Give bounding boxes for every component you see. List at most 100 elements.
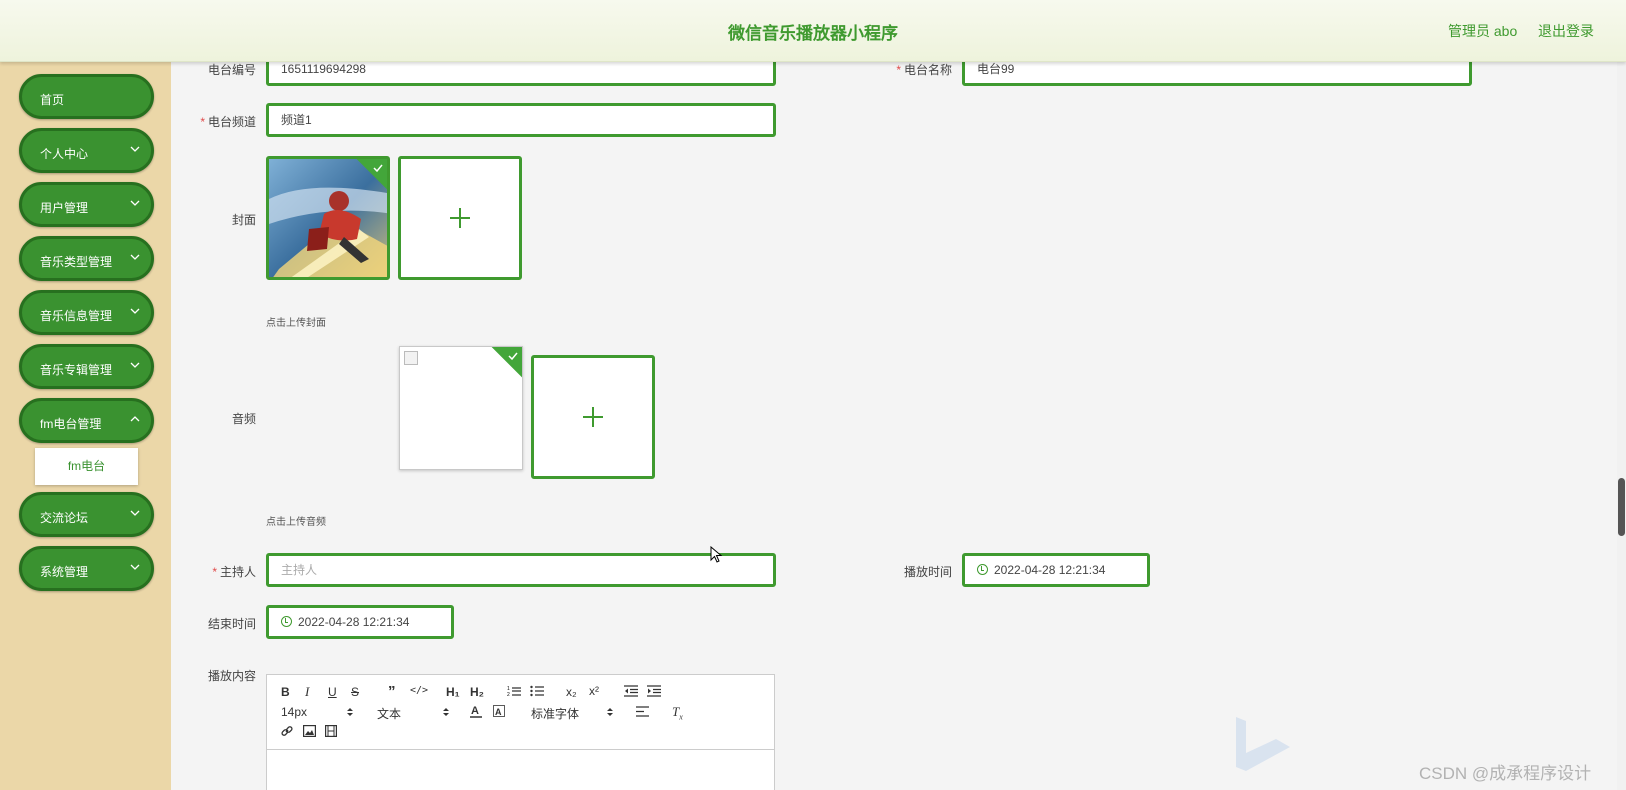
station-no-label: 电台编号 bbox=[166, 61, 256, 78]
clear-format-button[interactable]: Tx bbox=[672, 704, 683, 722]
outdent-icon[interactable] bbox=[624, 685, 638, 697]
page-scrollbar[interactable] bbox=[1617, 62, 1626, 790]
sidebar-item-album[interactable]: 音乐专辑管理 bbox=[19, 344, 154, 389]
image-icon[interactable] bbox=[303, 725, 316, 737]
video-icon[interactable] bbox=[325, 725, 337, 737]
sidebar-item-user-management[interactable]: 用户管理 bbox=[19, 182, 154, 227]
chevron-down-icon bbox=[130, 510, 140, 516]
sidebar-item-system[interactable]: 系统管理 bbox=[19, 546, 154, 591]
chevron-down-icon bbox=[130, 308, 140, 314]
blockquote-button[interactable]: ” bbox=[388, 683, 396, 700]
font-family-select[interactable]: 标准字体 bbox=[531, 705, 579, 722]
cover-image-thumbnail[interactable] bbox=[266, 156, 390, 280]
station-name-label-text: 电台名称 bbox=[903, 63, 952, 77]
scrollbar-thumb[interactable] bbox=[1618, 478, 1625, 536]
logout-link[interactable]: 退出登录 bbox=[1538, 21, 1594, 41]
play-time-label: 播放时间 bbox=[903, 565, 952, 579]
sidebar-item-forum[interactable]: 交流论坛 bbox=[19, 492, 154, 537]
heading-2-button[interactable]: H₂ bbox=[470, 685, 484, 699]
host-input[interactable]: 主持人 bbox=[266, 553, 776, 587]
sidebar-item-label: 系统管理 bbox=[40, 565, 89, 579]
svg-text:A: A bbox=[471, 705, 479, 717]
plus-icon bbox=[583, 407, 603, 427]
superscript-button[interactable]: x² bbox=[589, 684, 599, 698]
sidebar-item-label: 首页 bbox=[40, 93, 65, 107]
strike-button[interactable]: S bbox=[351, 685, 359, 699]
check-icon bbox=[373, 164, 383, 173]
end-time-value: 2022-04-28 12:21:34 bbox=[298, 615, 410, 629]
audio-file-thumbnail[interactable] bbox=[399, 346, 523, 470]
italic-button[interactable]: I bbox=[305, 684, 309, 700]
host-label: * 主持人 bbox=[166, 563, 256, 580]
sidebar-item-label: 音乐专辑管理 bbox=[40, 363, 113, 377]
admin-user-label: 管理员 abo bbox=[1448, 23, 1518, 39]
select-arrows-icon bbox=[443, 708, 449, 716]
background-color-icon[interactable]: A bbox=[493, 705, 505, 717]
mouse-cursor-icon bbox=[710, 546, 723, 563]
bold-button[interactable]: B bbox=[281, 685, 290, 699]
font-color-icon[interactable]: A bbox=[470, 704, 482, 718]
check-icon bbox=[508, 352, 518, 361]
rich-text-editor: B I U S ” </> H₁ H₂ 12 x₂ x² 14px 文本 A A… bbox=[266, 674, 775, 790]
plus-icon bbox=[450, 208, 470, 228]
host-label-text: 主持人 bbox=[219, 565, 256, 579]
cover-upload-button[interactable] bbox=[398, 156, 522, 280]
play-time-value: 2022-04-28 12:21:34 bbox=[994, 563, 1106, 577]
channel-input[interactable]: 频道1 bbox=[266, 103, 776, 137]
chevron-down-icon bbox=[130, 146, 140, 152]
uploaded-badge bbox=[490, 347, 522, 379]
svg-text:2: 2 bbox=[507, 692, 510, 697]
sidebar-item-label: 音乐信息管理 bbox=[40, 309, 113, 323]
chevron-down-icon bbox=[130, 362, 140, 368]
underline-button[interactable]: U bbox=[328, 685, 337, 699]
align-icon[interactable] bbox=[636, 706, 649, 717]
svg-text:A: A bbox=[495, 707, 502, 717]
editor-content-area[interactable] bbox=[267, 751, 774, 790]
indent-icon[interactable] bbox=[647, 685, 661, 697]
required-mark: * bbox=[200, 115, 205, 129]
cover-upload-hint: 点击上传封面 bbox=[266, 318, 326, 329]
ordered-list-icon[interactable]: 12 bbox=[507, 685, 521, 697]
play-time-picker[interactable]: 2022-04-28 12:21:34 bbox=[962, 553, 1150, 587]
code-block-button[interactable]: </> bbox=[410, 685, 428, 696]
sidebar-item-music-info[interactable]: 音乐信息管理 bbox=[19, 290, 154, 335]
sidebar-item-label: 个人中心 bbox=[40, 147, 89, 161]
station-no-label-text: 电台编号 bbox=[207, 63, 256, 77]
font-size-select[interactable]: 14px bbox=[281, 705, 307, 719]
chevron-down-icon bbox=[130, 200, 140, 206]
sidebar-item-home[interactable]: 首页 bbox=[19, 74, 154, 119]
paragraph-select[interactable]: 文本 bbox=[377, 705, 401, 722]
select-arrows-icon bbox=[347, 708, 353, 716]
watermark-text: CSDN @成承程序设计 bbox=[1419, 764, 1592, 783]
bullet-list-icon[interactable] bbox=[530, 685, 544, 697]
clock-icon bbox=[281, 616, 292, 627]
editor-toolbar: B I U S ” </> H₁ H₂ 12 x₂ x² 14px 文本 A A… bbox=[267, 675, 774, 750]
chevron-up-icon bbox=[130, 416, 140, 422]
subscript-button[interactable]: x₂ bbox=[566, 685, 577, 699]
sidebar-item-personal-center[interactable]: 个人中心 bbox=[19, 128, 154, 173]
link-icon[interactable] bbox=[281, 725, 293, 737]
sidebar-subitem-fm[interactable]: fm电台 bbox=[35, 448, 138, 485]
chevron-down-icon bbox=[130, 564, 140, 570]
audio-upload-hint: 点击上传音频 bbox=[266, 517, 326, 528]
sidebar-item-label: 交流论坛 bbox=[40, 511, 89, 525]
chevron-down-icon bbox=[130, 254, 140, 260]
watermark-logo bbox=[1236, 717, 1290, 771]
top-header: 微信音乐播放器小程序 管理员 abo 退出登录 bbox=[0, 0, 1626, 62]
sidebar-item-music-type[interactable]: 音乐类型管理 bbox=[19, 236, 154, 281]
channel-label-text: 电台频道 bbox=[207, 115, 256, 129]
required-mark: * bbox=[896, 63, 901, 77]
channel-label: * 电台频道 bbox=[166, 113, 256, 130]
end-time-picker[interactable]: 2022-04-28 12:21:34 bbox=[266, 605, 454, 639]
station-name-label: * 电台名称 bbox=[862, 61, 952, 78]
audio-upload-button[interactable] bbox=[531, 355, 655, 479]
audio-label: 音频 bbox=[231, 412, 256, 426]
end-time-label: 结束时间 bbox=[207, 617, 256, 631]
cover-artwork bbox=[269, 159, 387, 277]
cover-label: 封面 bbox=[231, 213, 256, 227]
sidebar-item-label: 用户管理 bbox=[40, 201, 89, 215]
content-label: 播放内容 bbox=[207, 669, 256, 683]
heading-1-button[interactable]: H₁ bbox=[446, 685, 460, 699]
clock-icon bbox=[977, 564, 988, 575]
sidebar-item-fm-management[interactable]: fm电台管理 bbox=[19, 398, 154, 443]
